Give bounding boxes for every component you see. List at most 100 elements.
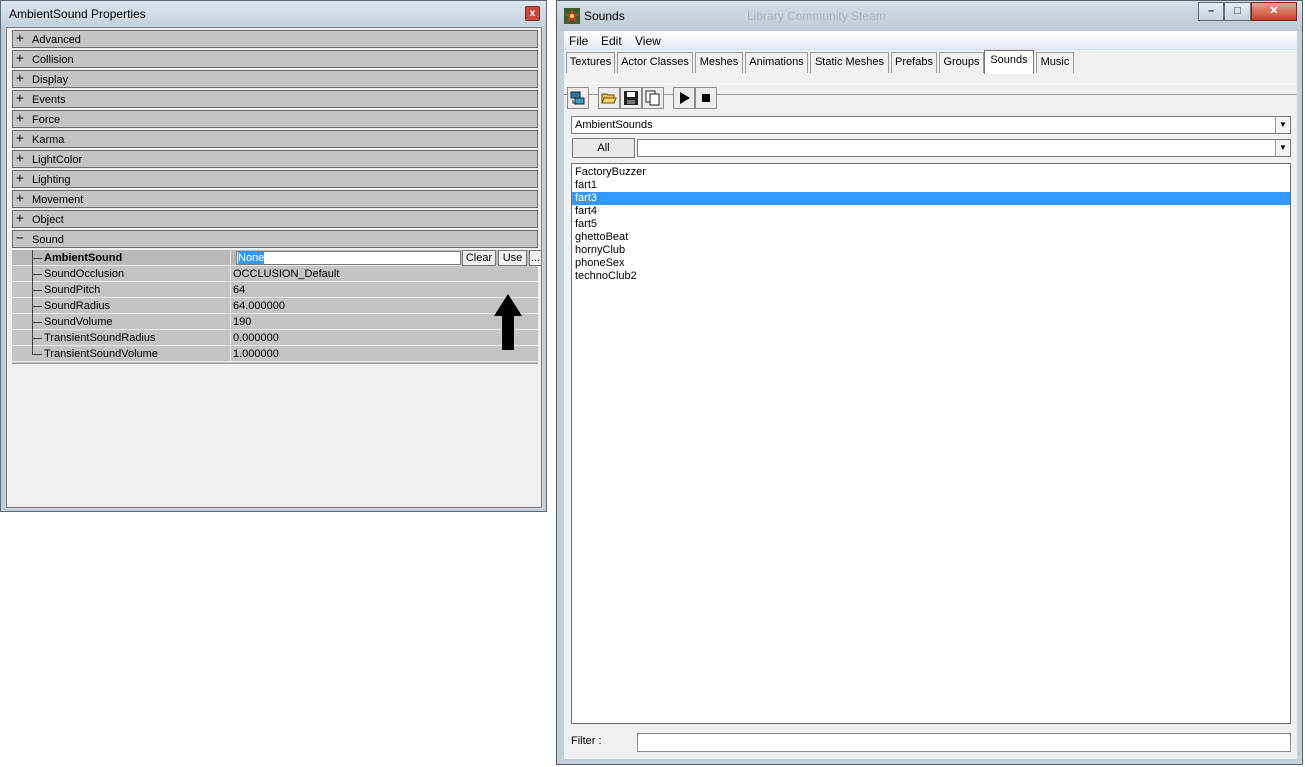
- tab-textures[interactable]: Textures: [566, 52, 615, 73]
- category-label: Events: [32, 94, 66, 106]
- category-sound[interactable]: − Sound: [12, 230, 538, 248]
- properties-window-title: AmbientSound Properties: [9, 7, 146, 21]
- collapse-icon[interactable]: −: [16, 231, 26, 247]
- close-icon[interactable]: x: [525, 6, 540, 21]
- package-dropdown[interactable]: AmbientSounds ▼: [571, 116, 1291, 134]
- all-button[interactable]: All: [572, 138, 635, 158]
- copy-icon: [645, 90, 660, 106]
- category-object[interactable]: + Object: [12, 210, 538, 228]
- menu-view[interactable]: View: [635, 34, 661, 48]
- expand-icon[interactable]: +: [16, 131, 26, 147]
- tab-music[interactable]: Music: [1036, 52, 1074, 73]
- properties-titlebar[interactable]: AmbientSound Properties x: [1, 1, 546, 26]
- category-advanced[interactable]: + Advanced: [12, 30, 538, 48]
- expand-icon[interactable]: +: [16, 31, 26, 47]
- property-row[interactable]: AmbientSound None Clear Use...: [12, 250, 542, 266]
- list-item[interactable]: technoClub2: [572, 270, 1290, 283]
- tab-meshes[interactable]: Meshes: [695, 52, 743, 73]
- property-row[interactable]: SoundVolume 190: [12, 314, 538, 330]
- category-display[interactable]: + Display: [12, 70, 538, 88]
- sound-list[interactable]: FactoryBuzzer fart1 fart3 fart4 fart5 ghettoB…: [571, 163, 1291, 724]
- list-item[interactable]: ghettoBeat: [572, 231, 1290, 244]
- expand-icon[interactable]: +: [16, 151, 26, 167]
- clear-button[interactable]: Clear: [462, 250, 496, 266]
- menu-file[interactable]: File: [569, 34, 588, 48]
- property-name: TransientSoundRadius: [44, 332, 156, 344]
- import-icon: [570, 91, 585, 105]
- category-label: LightColor: [32, 154, 83, 166]
- tree-branch: [32, 290, 42, 291]
- save-button[interactable]: [620, 87, 642, 109]
- property-row[interactable]: SoundPitch 64: [12, 282, 538, 298]
- close-icon[interactable]: ✕: [1251, 2, 1297, 21]
- maximize-icon[interactable]: □: [1224, 2, 1251, 21]
- list-item[interactable]: fart5: [572, 218, 1290, 231]
- property-value[interactable]: 64: [233, 284, 245, 296]
- tab-animations[interactable]: Animations: [745, 52, 808, 73]
- chevron-down-icon[interactable]: ▼: [1275, 140, 1290, 156]
- tab-static-meshes[interactable]: Static Meshes: [810, 52, 889, 73]
- open-button[interactable]: [598, 87, 620, 109]
- tree-branch: [32, 274, 42, 275]
- tab-prefabs[interactable]: Prefabs: [891, 52, 937, 73]
- property-value[interactable]: 0.000000: [233, 332, 279, 344]
- list-item[interactable]: fart3: [572, 192, 1290, 205]
- category-label: Collision: [32, 54, 74, 66]
- play-icon: [680, 92, 690, 104]
- list-item[interactable]: fart4: [572, 205, 1290, 218]
- use-button[interactable]: Use: [498, 250, 527, 266]
- category-lighting[interactable]: + Lighting: [12, 170, 538, 188]
- filter-input[interactable]: [637, 733, 1291, 752]
- property-row[interactable]: TransientSoundRadius 0.000000: [12, 330, 538, 346]
- category-label: Object: [32, 214, 64, 226]
- stop-button[interactable]: [695, 87, 717, 109]
- expand-icon[interactable]: +: [16, 71, 26, 87]
- menu-edit[interactable]: Edit: [601, 34, 622, 48]
- tab-actor-classes[interactable]: Actor Classes: [617, 52, 693, 73]
- list-item[interactable]: FactoryBuzzer: [572, 166, 1290, 179]
- property-row[interactable]: TransientSoundVolume 1.000000: [12, 346, 538, 362]
- chevron-down-icon[interactable]: ▼: [1275, 117, 1290, 133]
- expand-icon[interactable]: +: [16, 91, 26, 107]
- expand-icon[interactable]: +: [16, 191, 26, 207]
- category-movement[interactable]: + Movement: [12, 190, 538, 208]
- group-dropdown[interactable]: ▼: [637, 139, 1291, 157]
- category-karma[interactable]: + Karma: [12, 130, 538, 148]
- sounds-titlebar[interactable]: Sounds Library Community Steam – □ ✕: [557, 1, 1302, 31]
- property-value[interactable]: 64.000000: [233, 300, 285, 312]
- property-row[interactable]: SoundOcclusion OCCLUSION_Default: [12, 266, 538, 282]
- category-collision[interactable]: + Collision: [12, 50, 538, 68]
- copy-button[interactable]: [642, 87, 664, 109]
- list-item[interactable]: hornyClub: [572, 244, 1290, 257]
- list-item[interactable]: phoneSex: [572, 257, 1290, 270]
- expand-icon[interactable]: +: [16, 211, 26, 227]
- open-icon: [601, 93, 617, 104]
- browse-button[interactable]: ...: [529, 250, 542, 266]
- ambient-sound-input[interactable]: None: [236, 251, 461, 265]
- expand-icon[interactable]: +: [16, 171, 26, 187]
- ambient-sound-value: None: [238, 252, 265, 264]
- minimize-icon[interactable]: –: [1198, 2, 1224, 21]
- play-button[interactable]: [673, 87, 695, 109]
- property-value[interactable]: OCCLUSION_Default: [233, 268, 339, 280]
- expand-icon[interactable]: +: [16, 51, 26, 67]
- expand-icon[interactable]: +: [16, 111, 26, 127]
- property-row[interactable]: SoundRadius 64.000000: [12, 298, 538, 314]
- column-divider: [230, 314, 231, 330]
- column-divider: [230, 330, 231, 346]
- import-button[interactable]: [567, 87, 589, 109]
- column-divider: [230, 250, 231, 266]
- tab-sounds[interactable]: Sounds: [984, 50, 1034, 74]
- category-events[interactable]: + Events: [12, 90, 538, 108]
- stop-icon: [702, 94, 710, 102]
- arrow-annotation-icon: [494, 294, 522, 350]
- property-name: SoundVolume: [44, 316, 113, 328]
- property-value[interactable]: 1.000000: [233, 348, 279, 360]
- category-lightcolor[interactable]: + LightColor: [12, 150, 538, 168]
- list-item[interactable]: fart1: [572, 179, 1290, 192]
- tab-groups[interactable]: Groups: [939, 52, 984, 73]
- property-value[interactable]: 190: [233, 316, 251, 328]
- tree-branch: [32, 338, 42, 339]
- column-divider: [230, 266, 231, 282]
- category-force[interactable]: + Force: [12, 110, 538, 128]
